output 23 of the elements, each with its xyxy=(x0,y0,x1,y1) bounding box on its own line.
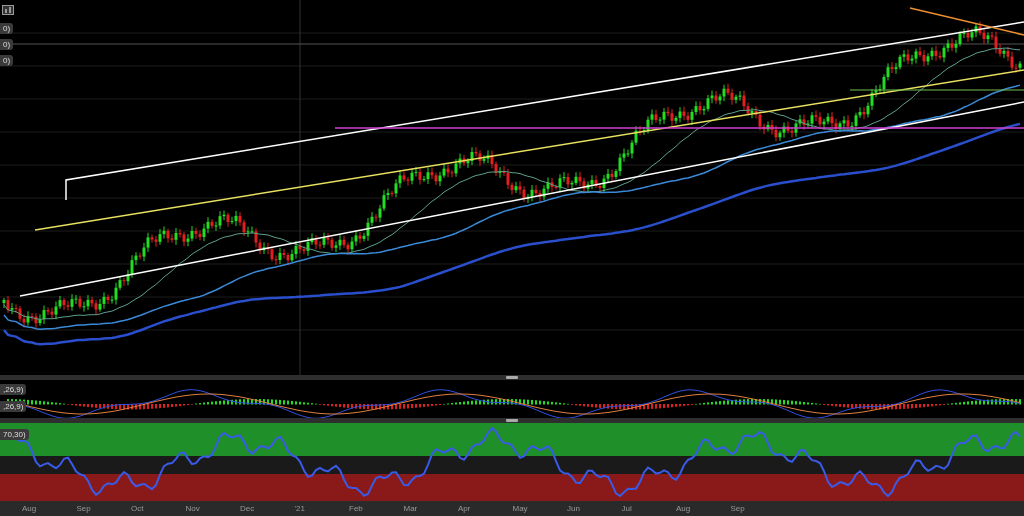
indicator-legend: ,26,9) xyxy=(0,384,27,395)
axis-label: Aug xyxy=(676,504,691,513)
indicator-legend: ,26,9) xyxy=(0,401,27,412)
indicator-legend: 70,30) xyxy=(0,429,29,440)
axis-label: Jul xyxy=(621,504,632,513)
axis-label: Feb xyxy=(349,504,363,513)
resize-handle[interactable] xyxy=(506,376,518,379)
axis-label: '21 xyxy=(294,504,305,513)
resize-handle[interactable] xyxy=(506,419,518,422)
axis-label: Jun xyxy=(567,504,580,513)
axis-label: Nov xyxy=(185,504,200,513)
indicator-legend: 0) xyxy=(0,23,14,34)
indicator-legend: 0) xyxy=(0,39,14,50)
axis-label: Mar xyxy=(403,504,418,513)
axis-label: Aug xyxy=(22,504,37,513)
axis-label: Dec xyxy=(240,504,255,513)
indicator-legend: 0) xyxy=(0,55,14,66)
axis-label: May xyxy=(512,504,528,513)
axis-label: Sep xyxy=(76,504,91,513)
axis-label: Oct xyxy=(131,504,144,513)
axis-label: Sep xyxy=(730,504,745,513)
axis-label: Apr xyxy=(458,504,471,513)
chart-icon[interactable] xyxy=(2,5,14,15)
